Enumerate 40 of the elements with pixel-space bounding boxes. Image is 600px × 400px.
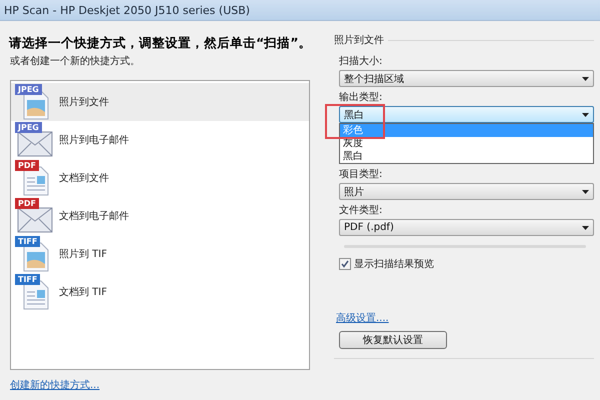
- shortcut-label: 文档到文件: [59, 172, 109, 185]
- caret-icon: [582, 76, 589, 80]
- shortcut-label: 照片到 TIF: [59, 248, 107, 261]
- envelope-icon: [17, 131, 53, 157]
- caret-icon: [582, 226, 589, 230]
- settings-group-title: 照片到文件: [334, 34, 384, 47]
- highlight-frame: [325, 104, 385, 139]
- document-icon: [23, 166, 49, 196]
- shortcut-label: 照片到电子邮件: [59, 134, 129, 147]
- dropdown[interactable]: PDF (.pdf): [339, 219, 594, 236]
- field-label: 项目类型:: [339, 168, 384, 181]
- dropdown[interactable]: 照片: [339, 183, 594, 200]
- dropdown[interactable]: 黑白: [339, 106, 594, 123]
- reset-defaults-button[interactable]: 恢复默认设置: [339, 331, 447, 349]
- shortcut-label: 文档到 TIF: [59, 286, 107, 299]
- instruction-heading: 请选择一个快捷方式，调整设置，然后单击“扫描”。: [9, 35, 310, 52]
- envelope-icon: [17, 207, 53, 233]
- dropdown[interactable]: 整个扫描区域: [339, 70, 594, 87]
- window-title: HP Scan - HP Deskjet 2050 J510 series (USB): [4, 4, 250, 16]
- format-badge: TIFF: [15, 236, 40, 247]
- shortcut-label: 照片到文件: [59, 96, 109, 109]
- create-shortcut-link[interactable]: 创建新的快捷方式...: [10, 378, 310, 392]
- shortcut-item[interactable]: JPEG 照片到文件: [11, 83, 309, 121]
- format-badge: JPEG: [15, 84, 42, 95]
- caret-icon: [582, 190, 589, 194]
- format-badge: PDF: [15, 160, 39, 171]
- instruction-subtext: 或者创建一个新的快捷方式。: [10, 54, 141, 68]
- caret-icon: [582, 112, 589, 116]
- format-badge: PDF: [15, 198, 39, 209]
- image-file-icon: [23, 242, 49, 272]
- format-badge: TIFF: [15, 274, 40, 285]
- advanced-settings-link[interactable]: 高级设置....: [336, 311, 594, 325]
- shortcut-label: 文档到电子邮件: [59, 210, 129, 223]
- preview-checkbox[interactable]: [339, 258, 351, 270]
- field-label: 扫描大小:: [339, 54, 384, 68]
- field-label: 文件类型:: [339, 204, 384, 217]
- checkbox-label: 显示扫描结果预览: [354, 258, 434, 271]
- document-icon: [23, 280, 49, 310]
- field-label: 输出类型:: [339, 90, 384, 104]
- format-badge: JPEG: [15, 122, 42, 133]
